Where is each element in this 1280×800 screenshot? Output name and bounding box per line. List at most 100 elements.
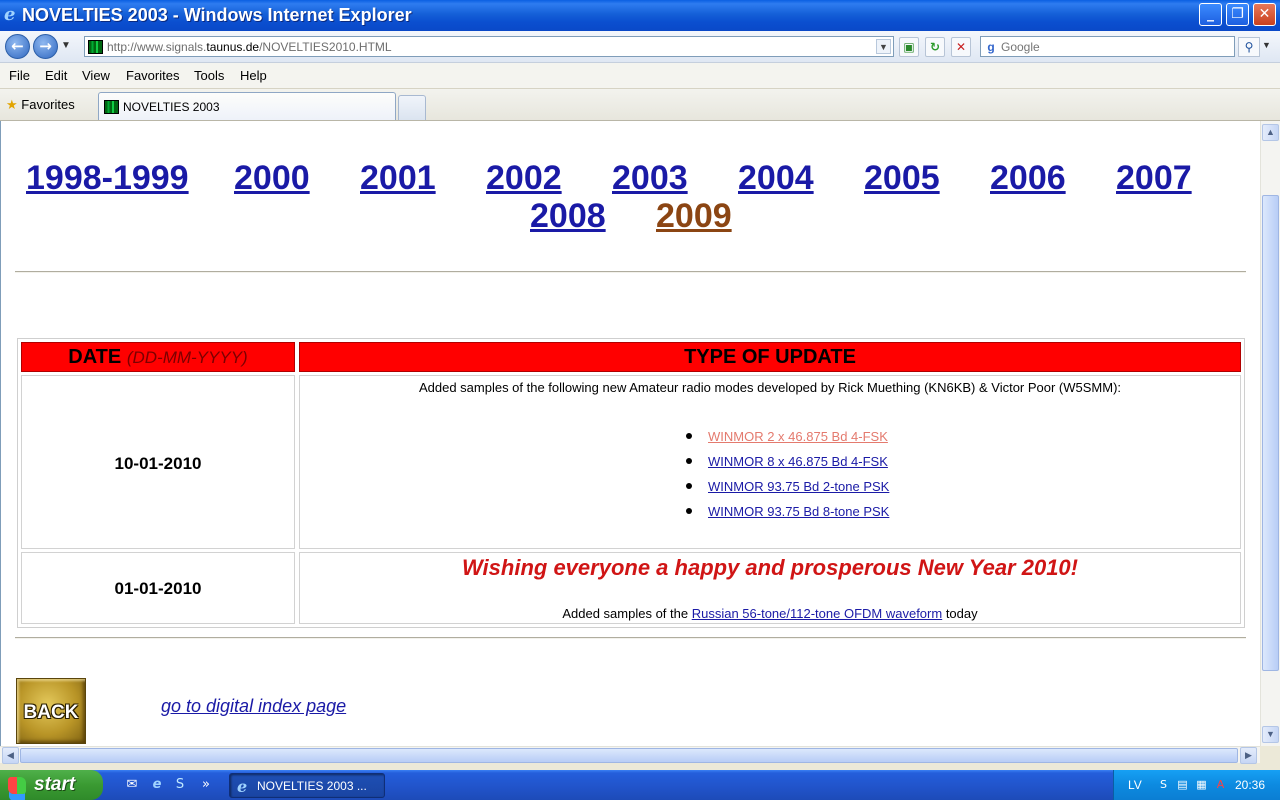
favorites-button[interactable]: ★ Favorites: [6, 97, 75, 113]
year-link-2002[interactable]: 2002: [486, 159, 562, 197]
search-input[interactable]: [1001, 38, 1221, 55]
year-link-2008[interactable]: 2008: [530, 197, 606, 235]
volume-tray-icon[interactable]: ▦: [1194, 777, 1209, 792]
clock[interactable]: 20:36: [1235, 778, 1265, 792]
compatibility-view-icon[interactable]: ▣: [899, 37, 919, 57]
year-link-2009[interactable]: 2009: [656, 197, 732, 235]
favorites-label: Favorites: [21, 97, 75, 112]
tab-bar: ★ Favorites NOVELTIES 2003: [0, 89, 1280, 121]
windows-logo-icon: [8, 777, 26, 794]
window-title: NOVELTIES 2003 - Windows Internet Explor…: [22, 5, 412, 25]
tab-favicon-icon: [104, 100, 119, 114]
address-dropdown-icon[interactable]: ▼: [876, 39, 891, 54]
horizontal-scroll-thumb[interactable]: [20, 748, 1238, 763]
mode-link[interactable]: WINMOR 93.75 Bd 2-tone PSK: [708, 479, 889, 494]
ie-quicklaunch-icon[interactable]: e: [149, 777, 165, 793]
language-indicator[interactable]: LV: [1128, 778, 1142, 792]
vertical-scroll-thumb[interactable]: [1262, 195, 1279, 671]
table-row-content-cell: Added samples of the following new Amate…: [299, 375, 1241, 549]
update-date: 01-01-2010: [114, 579, 202, 598]
ofdm-waveform-link[interactable]: Russian 56-tone/112-tone OFDM waveform: [692, 606, 942, 621]
maximize-button[interactable]: ❐: [1226, 3, 1249, 26]
skype-tray-icon[interactable]: S: [1156, 777, 1171, 792]
new-tab-button[interactable]: [398, 95, 426, 120]
update-intro-text: Added samples of the following new Amate…: [418, 380, 1122, 395]
menu-favorites[interactable]: Favorites: [126, 68, 179, 83]
year-link-1998-1999[interactable]: 1998-1999: [26, 159, 189, 197]
year-link-2006[interactable]: 2006: [990, 159, 1066, 197]
close-button[interactable]: ✕: [1253, 3, 1276, 26]
address-field[interactable]: http://www.signals.taunus.de/NOVELTIES20…: [84, 36, 894, 57]
scroll-corner: [1260, 746, 1280, 763]
bullet-icon: [686, 433, 692, 439]
antivirus-tray-icon[interactable]: A: [1213, 777, 1228, 792]
mode-link[interactable]: WINMOR 8 x 46.875 Bd 4-FSK: [708, 454, 888, 469]
ie-icon: e: [4, 4, 16, 25]
updates-table: DATE (DD-MM-YYYY) TYPE OF UPDATE 10-01-2…: [17, 338, 1245, 628]
stop-icon[interactable]: ✕: [951, 37, 971, 57]
bullet-icon: [686, 458, 692, 464]
year-link-2007[interactable]: 2007: [1116, 159, 1192, 197]
skype-quicklaunch-icon[interactable]: S: [172, 777, 188, 793]
scroll-up-icon[interactable]: ▲: [1262, 124, 1279, 141]
back-nav-button[interactable]: ←: [5, 34, 30, 59]
scroll-left-icon[interactable]: ◀: [2, 747, 19, 764]
year-link-2000[interactable]: 2000: [234, 159, 310, 197]
divider-top: [15, 271, 1246, 273]
horizontal-scrollbar[interactable]: ◀ ▶: [0, 746, 1260, 764]
scroll-right-icon[interactable]: ▶: [1240, 747, 1257, 764]
bullet-icon: [686, 508, 692, 514]
scroll-down-icon[interactable]: ▼: [1262, 726, 1279, 743]
page-viewport: 1998-1999 2000 2001 2002 2003 2004 2005 …: [0, 121, 1260, 747]
back-button[interactable]: BACK: [16, 678, 86, 744]
screen: e NOVELTIES 2003 - Windows Internet Expl…: [0, 0, 1280, 800]
table-row-date-cell: 10-01-2010: [21, 375, 295, 549]
outlook-quicklaunch-icon[interactable]: ✉: [124, 777, 140, 793]
mode-link[interactable]: WINMOR 93.75 Bd 8-tone PSK: [708, 504, 889, 519]
recent-pages-dropdown-icon[interactable]: ▼: [61, 40, 71, 51]
menu-view[interactable]: View: [82, 68, 110, 83]
type-column-header: TYPE OF UPDATE: [299, 342, 1241, 372]
menu-edit[interactable]: Edit: [45, 68, 67, 83]
menu-tools[interactable]: Tools: [194, 68, 224, 83]
digital-index-link[interactable]: go to digital index page: [161, 696, 346, 717]
refresh-icon[interactable]: ↻: [925, 37, 945, 57]
tab-novelties[interactable]: NOVELTIES 2003: [98, 92, 396, 120]
date-column-header: DATE (DD-MM-YYYY): [21, 342, 295, 372]
update-date: 10-01-2010: [114, 454, 202, 473]
tab-label: NOVELTIES 2003: [123, 100, 220, 114]
title-bar: e NOVELTIES 2003 - Windows Internet Expl…: [0, 0, 1280, 31]
site-favicon-icon: [88, 40, 103, 54]
year-link-2004[interactable]: 2004: [738, 159, 814, 197]
network-tray-icon[interactable]: ▤: [1175, 777, 1190, 792]
system-tray: LV S ▤ ▦ A 20:36: [1113, 770, 1280, 800]
forward-nav-button[interactable]: →: [33, 34, 58, 59]
vertical-scrollbar[interactable]: ▲ ▼: [1260, 121, 1280, 747]
new-year-wish: Wishing everyone a happy and prosperous …: [461, 555, 1078, 580]
taskbar: start ✉ e S » e NOVELTIES 2003 ... LV S …: [0, 770, 1280, 800]
divider-bottom: [15, 637, 1246, 639]
mode-link[interactable]: WINMOR 2 x 46.875 Bd 4-FSK: [708, 429, 888, 444]
search-options-dropdown-icon[interactable]: ▼: [1262, 40, 1271, 50]
url-text[interactable]: http://www.signals.taunus.de/NOVELTIES20…: [107, 40, 392, 54]
table-row-date-cell: 01-01-2010: [21, 552, 295, 624]
start-label: start: [34, 774, 76, 795]
bullet-icon: [686, 483, 692, 489]
year-link-2003[interactable]: 2003: [612, 159, 688, 197]
menu-file[interactable]: File: [9, 68, 30, 83]
year-link-2001[interactable]: 2001: [360, 159, 436, 197]
taskbar-item-ie[interactable]: e NOVELTIES 2003 ...: [229, 773, 385, 798]
minimize-button[interactable]: _: [1199, 3, 1222, 26]
favorites-star-icon: ★: [6, 97, 18, 112]
quicklaunch-more-icon[interactable]: »: [198, 777, 214, 793]
update-text: Added samples of the Russian 56-tone/112…: [562, 606, 978, 621]
ie-task-icon: e: [237, 777, 248, 796]
address-bar-row: ← → ▼ http://www.signals.taunus.de/NOVEL…: [0, 31, 1280, 63]
search-field[interactable]: g: [980, 36, 1235, 57]
menu-help[interactable]: Help: [240, 68, 267, 83]
menu-bar: File Edit View Favorites Tools Help: [0, 63, 1280, 89]
google-icon: g: [987, 40, 995, 54]
search-go-icon[interactable]: ⚲: [1238, 37, 1260, 57]
start-button[interactable]: start: [0, 770, 103, 800]
year-link-2005[interactable]: 2005: [864, 159, 940, 197]
